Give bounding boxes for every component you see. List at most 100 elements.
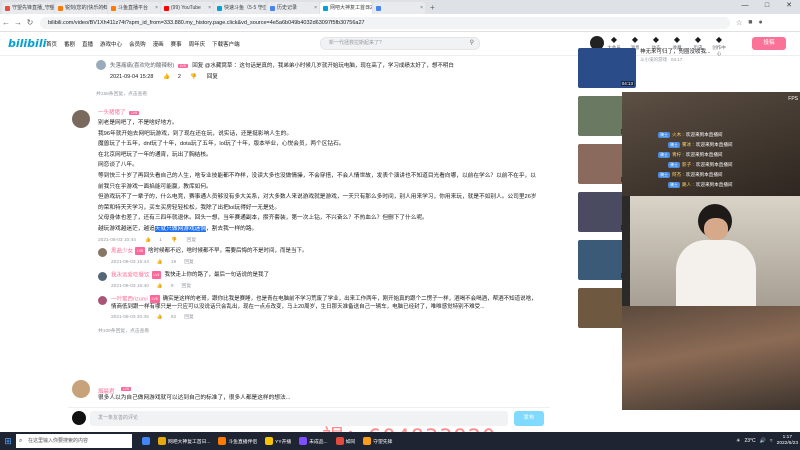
taskbar-app[interactable]: YY开播: [261, 432, 295, 450]
back-icon[interactable]: ←: [0, 18, 12, 27]
publish-button[interactable]: 发布: [514, 411, 544, 426]
nav-link[interactable]: 赛事: [171, 40, 182, 48]
clock[interactable]: 1:17 2022/6/23: [777, 435, 798, 447]
close-tab-icon[interactable]: ×: [155, 2, 158, 14]
dislike-icon[interactable]: 👎: [190, 74, 197, 80]
comment-username[interactable]: 黑盐少女: [111, 248, 133, 254]
nav-link[interactable]: 直播: [82, 40, 93, 48]
comment-meta: 2021-08-03 15:44 👍 19 回复: [111, 258, 202, 265]
taskbar-app[interactable]: 如同: [332, 432, 360, 450]
profile-icon[interactable]: ●: [759, 19, 763, 27]
reply-button[interactable]: 回复: [184, 315, 194, 320]
like-icon[interactable]: 👍: [157, 315, 163, 320]
video-title[interactable]: 神无来可归了，兜圈没收我...: [640, 48, 735, 56]
tab-label: 快速斗鱼（5·5 守卫~bil: [224, 5, 266, 11]
like-icon[interactable]: 👍: [157, 284, 163, 289]
streamer-face: [704, 218, 728, 240]
reply-button[interactable]: 回复: [182, 284, 192, 289]
comment-text: 啥时候都不迟，啥时候都不早，需要后悔的不是时间，而是当下。: [147, 247, 308, 254]
taskbar-app[interactable]: [138, 432, 154, 450]
live-stream-overlay: 骑士 火木 : 欢迎来到本直播间 骑士 雾冰 : 欢迎来到本直播间 骑士 青柠 : 欢迎来到本直…: [622, 92, 800, 410]
taskbar-app[interactable]: 网吧大神复工首日...: [154, 432, 214, 450]
close-tab-icon[interactable]: ×: [49, 2, 52, 14]
nav-link[interactable]: 会员购: [129, 40, 146, 48]
close-tab-icon[interactable]: ×: [420, 2, 423, 14]
browser-tab[interactable]: ×: [373, 2, 425, 14]
taskbar-app[interactable]: 未成品...: [295, 432, 331, 450]
browser-tab[interactable]: 锐刻(您的)快乐的知视频_斗鱼直播平台×: [55, 2, 107, 14]
comment-text-line: 等到快三十岁了再回头看自己的人生，啥专业技能都不咋样，没读大多也没做情操，不会穿…: [98, 172, 536, 190]
browser-tab[interactable]: 斗鱼直播平台 ×: [108, 2, 160, 14]
taskbar-app[interactable]: 守望先锋: [359, 432, 396, 450]
volume-icon[interactable]: 🔊: [760, 438, 766, 444]
avatar[interactable]: [72, 380, 90, 398]
reload-icon[interactable]: ↻: [24, 18, 36, 27]
close-tab-icon[interactable]: ×: [208, 2, 211, 14]
browser-tab[interactable]: 网吧大神复工首日2026天神12500...×: [320, 2, 372, 14]
comment-username[interactable]: 一叶蜜西rizumi: [111, 296, 148, 302]
like-icon[interactable]: 👍: [157, 260, 163, 265]
tab-label: 网吧大神复工首日2026天神12500...: [330, 5, 372, 11]
avatar[interactable]: [98, 271, 107, 281]
close-window-icon[interactable]: ✕: [778, 0, 800, 12]
nav-link[interactable]: 番剧: [64, 40, 75, 48]
streamer-camera: [630, 196, 800, 306]
browser-tab[interactable]: (99) YouTube ×: [161, 2, 213, 14]
comment-time: 2021-08-03 15:44: [111, 259, 149, 265]
replies-link[interactable]: 共158条回复，点击查看: [96, 90, 548, 97]
like-icon[interactable]: 👍: [145, 238, 151, 243]
replies-link[interactable]: 共109条回复，点击查看: [98, 327, 538, 334]
nav-link[interactable]: 漫画: [153, 40, 164, 48]
star-icon[interactable]: ☆: [736, 19, 742, 27]
nav-link[interactable]: 首页: [46, 40, 57, 48]
comment-text-line: 别老是网吧了，不是啥好地方。: [98, 120, 178, 126]
avatar[interactable]: [96, 60, 106, 70]
tab-label: 历史记录: [277, 5, 298, 11]
network-icon[interactable]: ≈: [770, 438, 773, 444]
taskbar-app-label: 未成品...: [309, 439, 328, 445]
comment-username[interactable]: 一头猪猪了: [98, 110, 126, 116]
comment-username[interactable]: 失落痛痛(喜欢吃的酸辣粉): [110, 63, 174, 69]
taskbar-search[interactable]: 在这里输入你要搜索的内容: [16, 434, 132, 448]
sub-reply-text: 一叶蜜西rizumi LV5 确实是这样的老哥，跟你比我是赛睡，也是青在电脑前不学习…: [111, 294, 541, 311]
app-icon: [265, 437, 274, 445]
browser-tab[interactable]: 历史记录 ×: [267, 2, 319, 14]
close-tab-icon[interactable]: ×: [102, 2, 105, 14]
level-badge: LV4: [151, 270, 162, 279]
forward-icon[interactable]: →: [12, 18, 24, 27]
maximize-icon[interactable]: □: [756, 0, 778, 12]
search-icon[interactable]: ⚲: [470, 38, 474, 49]
nav-link[interactable]: 下载客户端: [212, 40, 240, 48]
avatar[interactable]: [72, 110, 90, 128]
minimize-icon[interactable]: —: [734, 0, 756, 12]
danmu-username: 雾冰 :: [682, 142, 694, 147]
close-tab-icon[interactable]: ×: [367, 2, 370, 14]
browser-tab[interactable]: 快速斗鱼（5·5 守卫~bil×: [214, 2, 266, 14]
reply-button[interactable]: 回复: [184, 260, 194, 265]
search-input[interactable]: 新一代拯救拉斯起来了? ⚲: [320, 37, 480, 50]
extensions-icon[interactable]: ■: [748, 19, 752, 27]
recommended-video[interactable]: 04:13: [578, 44, 638, 92]
nav-link[interactable]: 周年庆: [189, 40, 206, 48]
comment-text: 我快走上你的路了，最后一句话说的是我了: [164, 271, 269, 278]
weather-icon[interactable]: ☀: [736, 438, 740, 444]
browser-tab[interactable]: 守望先锋直播_守望先锋直播解说×: [2, 2, 54, 14]
new-tab-icon[interactable]: +: [426, 2, 439, 14]
taskbar-app[interactable]: 斗鱼直播伴侣: [214, 432, 261, 450]
nav-link[interactable]: 游戏中心: [100, 40, 122, 48]
close-tab-icon[interactable]: ×: [314, 2, 317, 14]
avatar[interactable]: [98, 247, 107, 257]
selected-text[interactable]: 天就只做网游戏迷惘: [154, 225, 207, 232]
dislike-icon[interactable]: 👎: [171, 238, 177, 243]
close-tab-icon[interactable]: ×: [261, 2, 264, 14]
like-icon[interactable]: 👍: [163, 74, 170, 80]
like-count: 62: [170, 314, 177, 320]
reply-button[interactable]: 回复: [207, 74, 218, 80]
avatar[interactable]: [98, 295, 107, 305]
reply-button[interactable]: 回复: [187, 238, 197, 243]
bilibili-logo[interactable]: bilibili: [8, 37, 46, 50]
upload-button[interactable]: 投稿: [752, 37, 786, 50]
url-field[interactable]: bilibili.com/video/BV1Xh411z74t?spm_id_f…: [40, 16, 730, 29]
comment-username[interactable]: 我永远爱吃餐饮: [111, 272, 150, 278]
windows-start-icon[interactable]: ⊞: [0, 436, 16, 447]
